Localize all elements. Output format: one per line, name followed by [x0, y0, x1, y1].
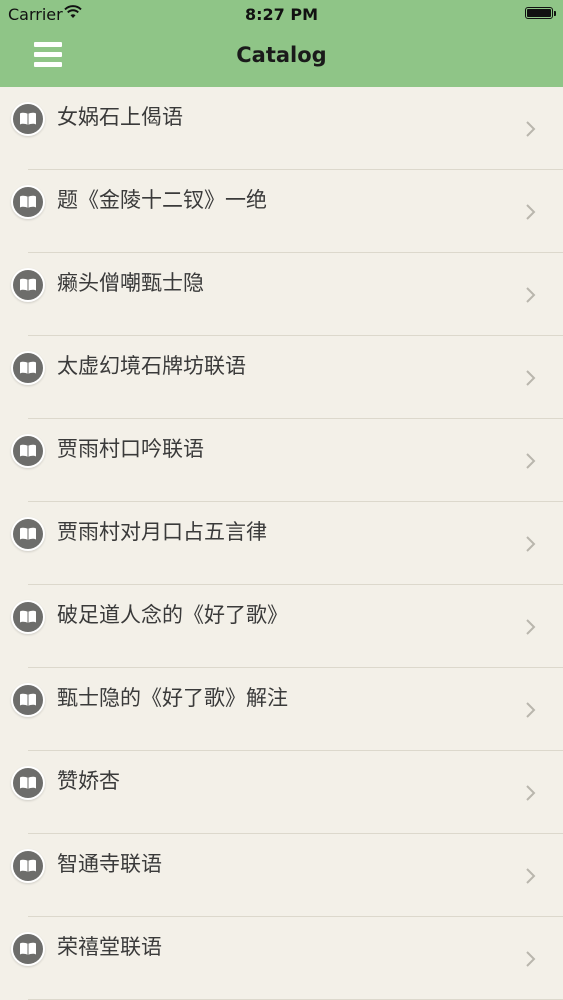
chevron-right-icon: [526, 453, 536, 469]
book-icon: [13, 851, 43, 881]
status-bar: Carrier 8:27 PM: [0, 0, 563, 28]
book-icon: [13, 353, 43, 383]
book-icon: [13, 934, 43, 964]
book-icon: [13, 519, 43, 549]
list-item-label: 贾雨村对月口占五言律: [57, 520, 267, 544]
list-item-label: 破足道人念的《好了歌》: [57, 603, 288, 627]
chevron-right-icon: [526, 121, 536, 137]
chevron-right-icon: [526, 785, 536, 801]
list-item[interactable]: 破足道人念的《好了歌》: [0, 585, 563, 668]
list-item-label: 赞娇杏: [57, 769, 120, 793]
list-item[interactable]: 太虚幻境石牌坊联语: [0, 336, 563, 419]
chevron-right-icon: [526, 951, 536, 967]
list-item-label: 太虚幻境石牌坊联语: [57, 354, 246, 378]
list-item[interactable]: 女娲石上偈语: [0, 87, 563, 170]
page-title: Catalog: [236, 43, 327, 67]
battery-icon: [525, 7, 556, 19]
list-item[interactable]: 贾雨村对月口占五言律: [0, 502, 563, 585]
nav-bar: Carrier 8:27 PM Catalog: [0, 0, 563, 87]
catalog-list: 女娲石上偈语题《金陵十二钗》一绝 癞头僧嘲甄士隐太虚幻境石牌坊联语 贾雨村口吟联语贾…: [0, 87, 563, 1000]
book-icon: [13, 270, 43, 300]
book-icon: [13, 104, 43, 134]
list-item-label: 智通寺联语: [57, 852, 162, 876]
list-item-label: 女娲石上偈语: [57, 105, 183, 129]
chevron-right-icon: [526, 204, 536, 220]
list-item-label: 癞头僧嘲甄士隐: [57, 271, 204, 295]
chevron-right-icon: [526, 702, 536, 718]
chevron-right-icon: [526, 868, 536, 884]
list-item-label: 甄士隐的《好了歌》解注: [57, 686, 288, 710]
book-icon: [13, 436, 43, 466]
list-item[interactable]: 荣禧堂联语: [0, 917, 563, 1000]
chevron-right-icon: [526, 287, 536, 303]
list-item-label: 题《金陵十二钗》一绝: [57, 188, 267, 212]
list-item[interactable]: 癞头僧嘲甄士隐: [0, 253, 563, 336]
book-icon: [13, 685, 43, 715]
list-item[interactable]: 甄士隐的《好了歌》解注: [0, 668, 563, 751]
chevron-right-icon: [526, 370, 536, 386]
list-item-label: 贾雨村口吟联语: [57, 437, 204, 461]
list-item[interactable]: 智通寺联语: [0, 834, 563, 917]
list-item-label: 荣禧堂联语: [57, 935, 162, 959]
chevron-right-icon: [526, 619, 536, 635]
chevron-right-icon: [526, 536, 536, 552]
status-time: 8:27 PM: [244, 5, 318, 24]
list-item[interactable]: 贾雨村口吟联语: [0, 419, 563, 502]
list-item[interactable]: 赞娇杏: [0, 751, 563, 834]
list-item[interactable]: 题《金陵十二钗》一绝: [0, 170, 563, 253]
book-icon: [13, 768, 43, 798]
book-icon: [13, 187, 43, 217]
book-icon: [13, 602, 43, 632]
